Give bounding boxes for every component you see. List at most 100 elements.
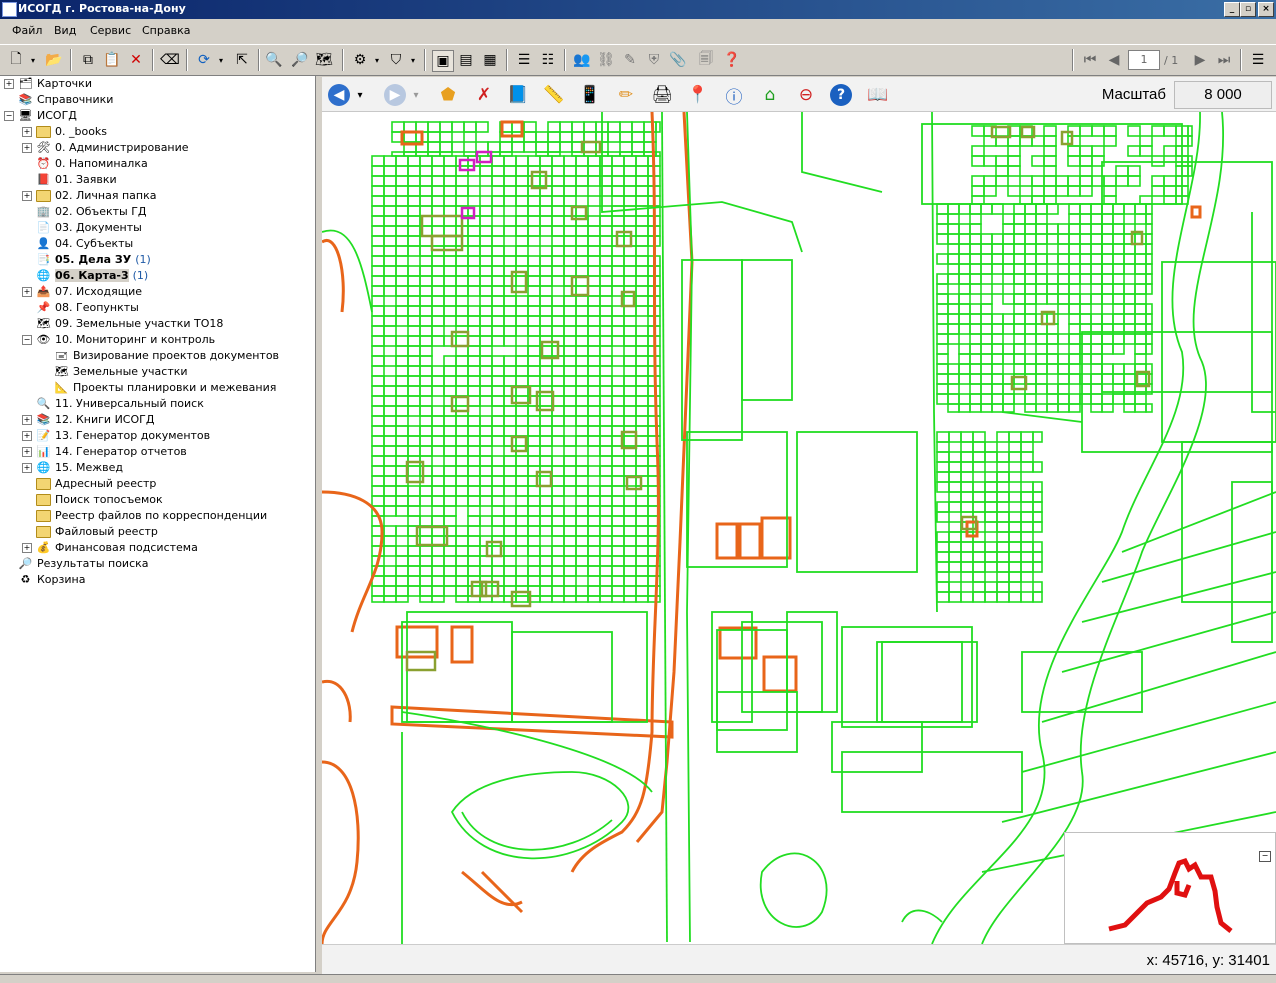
tree-item[interactable]: 👤 04. Субъекты [22,236,134,252]
tree-item[interactable]: + 📊 14. Генератор отчетов [22,444,187,460]
filter-dropdown-icon[interactable]: ▾ [408,50,418,70]
attach-icon[interactable]: 📎 [668,50,688,70]
expand-toggle-icon[interactable]: + [22,287,32,297]
map-canvas[interactable]: − [322,112,1276,944]
tree-item[interactable]: 🗺 09. Земельные участки ТО18 [22,316,224,332]
tree-item[interactable]: 🖃 Визирование проектов документов [40,348,279,364]
refresh-icon[interactable]: ⟳ [194,50,214,70]
menu-view[interactable]: Вид [54,24,76,37]
map-help-icon[interactable]: ? [830,84,852,106]
grid-icon[interactable]: ☷ [538,50,558,70]
tree-item[interactable]: + 🛠 0. Администрирование [22,140,189,156]
maximize-button[interactable]: ▫ [1240,2,1256,17]
tree-item[interactable]: Реестр файлов по корреспонденции [22,508,267,524]
open-book-icon[interactable]: 📖 [866,83,890,107]
tree-item[interactable]: + 🗂 Карточки [4,76,92,92]
menu-service[interactable]: Сервис [90,24,131,37]
tree-item[interactable]: 🏢 02. Объекты ГД [22,204,147,220]
expand-toggle-icon[interactable]: + [22,415,32,425]
expand-toggle-icon[interactable]: + [22,431,32,441]
identify-icon[interactable]: ⓘ [722,83,746,108]
expand-toggle-icon[interactable]: + [22,463,32,473]
tree-item[interactable]: 🌐 06. Карта-3 (1) [22,268,148,284]
page-input[interactable]: 1 [1128,50,1160,70]
view-cards-icon[interactable]: ▣ [432,50,454,72]
device-icon[interactable]: 📱 [578,83,602,107]
zoom-out-icon[interactable]: ⊖ [794,83,818,107]
open-folder-icon[interactable]: 📂 [44,50,64,70]
forward-dropdown-icon[interactable]: ▾ [410,83,422,107]
expand-toggle-icon[interactable]: + [22,191,32,201]
next-page-icon[interactable]: ▶ [1190,50,1210,70]
expand-toggle-icon[interactable]: + [22,543,32,553]
tree-item[interactable]: + 📚 12. Книги ИСОГД [22,412,154,428]
prev-page-icon[interactable]: ◀ [1104,50,1124,70]
tree-item[interactable]: 🗺 Земельные участки [40,364,188,380]
last-page-icon[interactable]: ⏭ [1214,50,1234,70]
tree-item[interactable]: + 🌐 15. Межвед [22,460,123,476]
tree-item[interactable]: 📐 Проекты планировки и межевания [40,380,277,396]
panel-menu-icon[interactable]: ☰ [1248,50,1268,70]
overview-map[interactable]: − [1064,832,1276,944]
tree-item[interactable]: Поиск топосъемок [22,492,163,508]
table-icon[interactable]: ☰ [514,50,534,70]
layers-book-icon[interactable]: 📘 [506,83,530,107]
copy-icon[interactable]: ⧉ [78,50,98,70]
tree-item[interactable]: ♻ Корзина [4,572,86,588]
tree-item[interactable]: 🔎 Результаты поиска [4,556,149,572]
expand-toggle-icon[interactable]: + [22,127,32,137]
shield-icon[interactable]: ⛨ [644,50,664,70]
back-icon[interactable]: ◀ [328,84,350,106]
pin-icon[interactable]: 📍 [686,83,710,107]
tree-item[interactable]: + 📤 07. Исходящие [22,284,142,300]
refresh-dropdown-icon[interactable]: ▾ [216,50,226,70]
clear-selection-icon[interactable]: ✗ [472,83,496,107]
scale-input[interactable]: 8 000 [1174,81,1272,109]
tree-item[interactable]: 📌 08. Геопункты [22,300,139,316]
tree-item[interactable]: Адресный реестр [22,476,156,492]
users-icon[interactable]: 👥 [572,50,592,70]
tree-item[interactable]: + 💰 Финансовая подсистема [22,540,198,556]
tree-item[interactable]: − 👁 10. Мониторинг и контроль [22,332,215,348]
tree-item[interactable]: +02. Личная папка [22,188,156,204]
expand-toggle-icon[interactable]: − [22,335,32,345]
menu-help[interactable]: Справка [142,24,190,37]
tree-item[interactable]: 🔍 11. Универсальный поиск [22,396,204,412]
back-dropdown-icon[interactable]: ▾ [354,83,366,107]
settings-dropdown-icon[interactable]: ▾ [372,50,382,70]
expand-toggle-icon[interactable]: + [4,79,14,89]
tree-item[interactable]: 📄 03. Документы [22,220,142,236]
help-icon[interactable]: ❓ [722,50,742,70]
expand-toggle-icon[interactable]: + [22,447,32,457]
new-dropdown-icon[interactable]: ▾ [28,50,38,70]
tree-item[interactable]: − 🖥 ИСОГД [4,108,77,124]
view-list-icon[interactable]: ▤ [456,50,476,70]
ruler-icon[interactable]: 📏 [542,83,566,107]
tree-item[interactable]: 📚 Справочники [4,92,114,108]
tree-item[interactable]: Файловый реестр [22,524,158,540]
tree-item[interactable]: 📕 01. Заявки [22,172,117,188]
paste-icon[interactable]: 📋 [102,50,122,70]
zoom-full-icon[interactable]: ⌂ [758,83,782,107]
tree-item[interactable]: ⏰ 0. Напоминалка [22,156,148,172]
tree-item[interactable]: 📑 05. Дела ЗУ (1) [22,252,151,268]
export-icon[interactable]: ⇱ [232,50,252,70]
find-map-icon[interactable]: 🗺 [314,50,334,70]
map-svg[interactable] [322,112,1276,944]
find-icon[interactable]: 🔍 [264,50,284,70]
settings-icon[interactable]: ⚙ [350,50,370,70]
polygon-icon[interactable]: ⬟ [436,83,460,107]
pencil-icon[interactable]: ✏ [614,83,638,107]
print-icon[interactable]: 🖨 [650,83,674,107]
new-icon[interactable]: 🗋 [6,50,26,70]
view-detail-icon[interactable]: ▦ [480,50,500,70]
expand-toggle-icon[interactable]: + [22,143,32,153]
delete-icon[interactable]: ✕ [126,50,146,70]
filter-icon[interactable]: ⛉ [386,50,406,70]
eraser-icon[interactable]: ⌫ [160,50,180,70]
files-icon[interactable]: 🗐 [696,50,716,70]
link-icon[interactable]: ⛓ [596,50,616,70]
edit-icon[interactable]: ✎ [620,50,640,70]
menu-file[interactable]: Файл [12,24,42,37]
expand-toggle-icon[interactable]: − [4,111,14,121]
